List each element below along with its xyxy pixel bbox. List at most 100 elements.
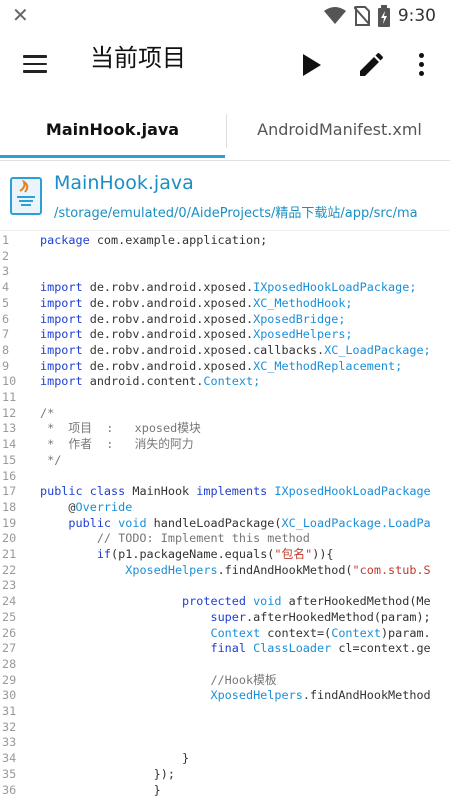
code-line[interactable]: 19 public void handleLoadPackage(XC_Load…: [0, 516, 450, 532]
code-token: XposedHelpers: [125, 562, 218, 577]
active-tab-indicator: [0, 155, 225, 158]
code-line[interactable]: 11: [0, 390, 450, 406]
code-line[interactable]: 28: [0, 657, 450, 673]
code-token: .findAndHookMethod: [302, 688, 431, 703]
code-token: Context: [210, 625, 261, 640]
code-token: super: [210, 609, 246, 624]
code-token: Override: [75, 499, 133, 514]
line-number: 12: [2, 405, 17, 420]
code-token: de.robv.android.xposed.: [82, 280, 254, 295]
code-token: "com.stub.S: [352, 562, 431, 577]
code-token: XposedHelpers;: [253, 327, 353, 342]
code-line[interactable]: 16: [0, 469, 450, 485]
code-token: }: [40, 751, 190, 766]
code-line[interactable]: 26 Context context=(Context)param.: [0, 626, 450, 642]
code-token: XC_LoadPackage;: [324, 342, 431, 357]
code-line[interactable]: 13 * 项目 : xposed模块: [0, 421, 450, 437]
more-vertical-icon[interactable]: [417, 53, 425, 77]
code-token: XC_MethodReplacement;: [253, 358, 403, 373]
line-number: 20: [2, 531, 17, 546]
code-token: //Hook模板: [40, 672, 277, 687]
line-number: 33: [2, 735, 17, 750]
code-token: de.robv.android.xposed.: [82, 295, 254, 310]
code-token: import: [40, 358, 83, 373]
close-icon[interactable]: ✕: [12, 5, 29, 25]
code-token: import: [40, 311, 83, 326]
status-icons: 9:30: [323, 5, 436, 27]
code-token: * 项目 : xposed模块: [40, 421, 201, 436]
code-line[interactable]: 24 protected void afterHookedMethod(Me: [0, 594, 450, 610]
code-line[interactable]: 34 }: [0, 751, 450, 767]
code-line[interactable]: 22 XposedHelpers.findAndHookMethod("com.…: [0, 563, 450, 579]
status-time: 9:30: [397, 6, 436, 26]
code-token: import: [40, 327, 83, 342]
code-editor[interactable]: 1 package com.example.application; 2 3 4 impo…: [0, 230, 450, 801]
code-token: XposedHelpers: [210, 688, 303, 703]
line-number: 18: [2, 499, 17, 514]
code-line[interactable]: 33: [0, 735, 450, 751]
line-number: 23: [2, 578, 17, 593]
line-number: 31: [2, 704, 17, 718]
line-number: 7: [2, 327, 10, 342]
tab-mainhook-java[interactable]: MainHook.java: [0, 102, 225, 160]
line-number: 6: [2, 311, 10, 326]
code-token: if: [96, 547, 112, 561]
java-file-icon: [10, 177, 42, 215]
wifi-icon: [323, 7, 346, 24]
code-token: .afterHookedMethod(param);: [245, 609, 431, 624]
code-line[interactable]: 21 if(p1.packageName.equals("包名")){: [0, 547, 450, 563]
code-line[interactable]: 10 import android.content.Context;: [0, 374, 450, 390]
code-line[interactable]: 12 /*: [0, 406, 450, 422]
code-line[interactable]: 30 XposedHelpers.findAndHookMethod: [0, 688, 450, 704]
code-line[interactable]: 5 import de.robv.android.xposed.XC_Method…: [0, 296, 450, 312]
play-icon[interactable]: [303, 54, 321, 76]
code-line[interactable]: 2: [0, 249, 450, 265]
line-number: 21: [2, 547, 17, 561]
code-line[interactable]: 1 package com.example.application;: [0, 233, 450, 249]
code-line[interactable]: 6 import de.robv.android.xposed.XposedBri…: [0, 312, 450, 328]
code-token: ClassLoader: [245, 641, 332, 656]
code-line[interactable]: 31: [0, 704, 450, 720]
code-line[interactable]: 23: [0, 578, 450, 594]
code-token: });: [40, 766, 175, 781]
code-line[interactable]: 35 });: [0, 767, 450, 783]
code-line[interactable]: 25 super.afterHookedMethod(param);: [0, 610, 450, 626]
code-line[interactable]: 14 * 作者 : 消失的阿力: [0, 437, 450, 453]
line-number: 4: [2, 280, 10, 295]
code-line[interactable]: 29 //Hook模板: [0, 673, 450, 689]
code-token: void: [111, 515, 154, 530]
code-token: final: [210, 641, 246, 656]
code-token: Context;: [203, 374, 261, 389]
code-line[interactable]: 27 final ClassLoader cl=context.ge: [0, 641, 450, 657]
code-line[interactable]: 20 // TODO: Implement this method: [0, 531, 450, 547]
code-token: )){: [312, 547, 334, 561]
menu-icon[interactable]: [23, 55, 47, 75]
line-number: 26: [2, 625, 17, 640]
code-token: }: [40, 782, 161, 797]
code-line[interactable]: 4 import de.robv.android.xposed.IXposedHo…: [0, 280, 450, 296]
line-number: 32: [2, 719, 17, 734]
code-line[interactable]: 7 import de.robv.android.xposed.XposedHel…: [0, 327, 450, 343]
code-line[interactable]: 17 public class MainHook implements IXpos…: [0, 484, 450, 500]
code-line[interactable]: 15 */: [0, 453, 450, 469]
file-path: /storage/emulated/0/AideProjects/精品下载站/a…: [54, 206, 418, 221]
code-line[interactable]: 3: [0, 264, 450, 280]
code-line[interactable]: 32: [0, 720, 450, 736]
code-line[interactable]: 18 @Override: [0, 500, 450, 516]
line-number: 13: [2, 421, 17, 436]
tab-androidmanifest-xml[interactable]: AndroidManifest.xml: [229, 102, 450, 160]
line-number: 2: [2, 248, 10, 263]
edit-icon[interactable]: [356, 52, 384, 80]
tab-divider: [226, 114, 227, 148]
code-line[interactable]: 9 import de.robv.android.xposed.XC_Method…: [0, 359, 450, 375]
code-token: import: [40, 280, 83, 295]
battery-charging-icon: [377, 5, 390, 27]
code-line[interactable]: 8 import de.robv.android.xposed.callbacks…: [0, 343, 450, 359]
code-token: .findAndHookMethod(: [217, 562, 353, 577]
no-sim-icon: [353, 6, 370, 26]
code-line[interactable]: 36 }: [0, 783, 450, 799]
